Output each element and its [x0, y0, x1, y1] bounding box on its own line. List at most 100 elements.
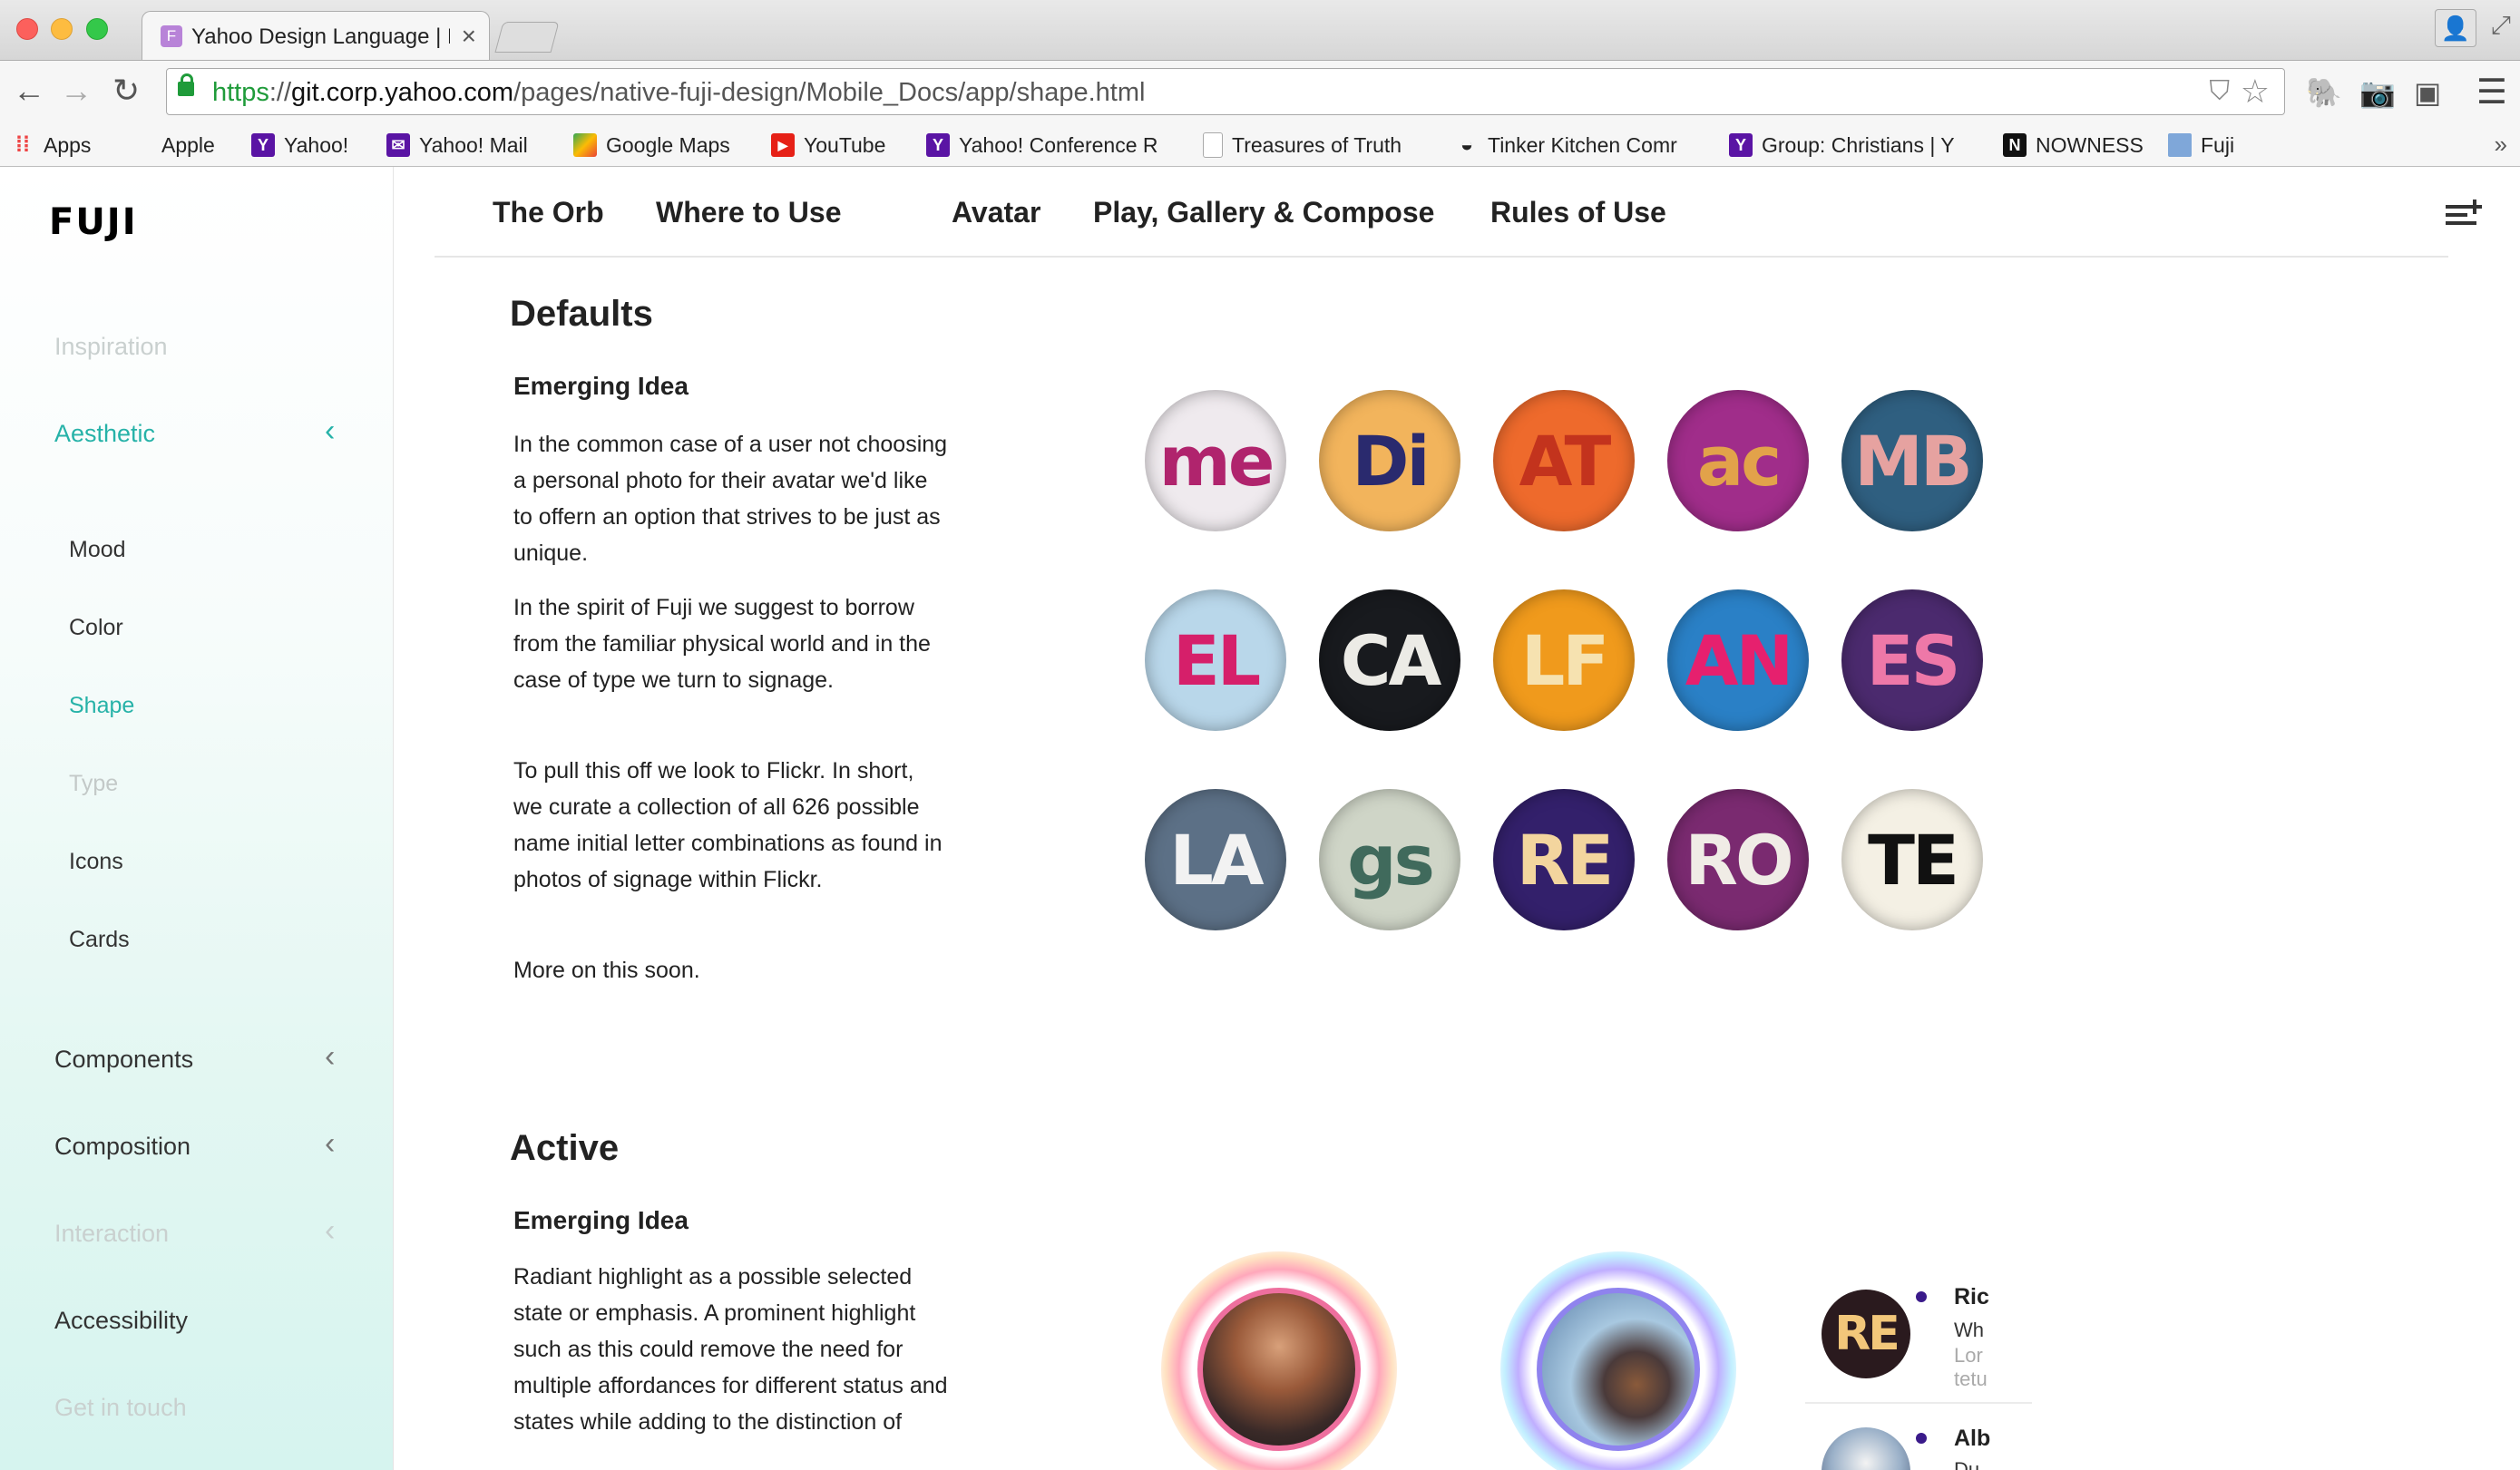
signage-avatar[interactable]: RE	[1493, 789, 1635, 930]
signage-avatar[interactable]: CA	[1319, 589, 1460, 731]
list-avatar-photo[interactable]	[1822, 1427, 1910, 1470]
sidebar-item-cards[interactable]: Cards	[69, 927, 130, 953]
lock-icon	[178, 73, 194, 96]
signage-avatar[interactable]: AT	[1493, 390, 1635, 531]
signage-avatar[interactable]: LA	[1145, 789, 1286, 930]
signage-avatar[interactable]: LF	[1493, 589, 1635, 731]
mail-icon: ✉	[386, 133, 410, 157]
sidebar-item-interaction[interactable]: Interaction	[54, 1220, 169, 1248]
defaults-subheading: Emerging Idea	[513, 372, 689, 400]
tab-the-orb[interactable]: The Orb	[493, 196, 604, 229]
list-item-line: Wh	[1954, 1319, 1984, 1341]
signage-avatar[interactable]: RO	[1667, 789, 1809, 930]
sidebar-item-get-in-touch[interactable]: Get in touch	[54, 1394, 187, 1422]
bookmark-apps[interactable]: ⁞⁞ Apps	[11, 130, 91, 161]
zoom-window-button[interactable]	[86, 18, 108, 40]
chevron-left-icon[interactable]: ‹	[325, 414, 335, 449]
fullscreen-icon[interactable]: ⤢	[2491, 11, 2511, 41]
bookmark-tinker-kitchen[interactable]: ◒ Tinker Kitchen Comr	[1455, 130, 1677, 161]
new-tab-button[interactable]	[494, 22, 560, 53]
signage-avatar[interactable]: EL	[1145, 589, 1286, 731]
sidebar-item-accessibility[interactable]: Accessibility	[54, 1307, 188, 1335]
signage-avatar[interactable]: TE	[1841, 789, 1983, 930]
bookmark-fuji-folder[interactable]: Fuji	[2168, 130, 2234, 161]
bookmark-label: YouTube	[804, 132, 886, 157]
tab-play-gallery-compose[interactable]: Play, Gallery & Compose	[1093, 196, 1434, 229]
list-item-line: Lor	[1954, 1344, 1983, 1367]
bookmark-star-icon[interactable]: ☆	[2241, 73, 2270, 111]
close-window-button[interactable]	[16, 18, 38, 40]
tab-close-icon[interactable]: ×	[462, 22, 476, 51]
defaults-paragraph: More on this soon.	[513, 958, 700, 983]
chevron-left-icon[interactable]: ‹	[325, 1213, 335, 1249]
bookmark-yahoo-mail[interactable]: ✉ Yahoo! Mail	[386, 130, 528, 161]
browser-toolbar: ← → ↻ https://git.corp.yahoo.com/pages/n…	[0, 60, 2520, 124]
active-avatar-glow-man[interactable]	[1500, 1251, 1736, 1470]
chrome-menu-icon[interactable]: ☰	[2476, 72, 2507, 112]
bookmark-google-maps[interactable]: Google Maps	[573, 130, 730, 161]
list-avatar-re[interactable]: RE	[1822, 1290, 1910, 1378]
address-bar[interactable]: https://git.corp.yahoo.com/pages/native-…	[166, 68, 2285, 115]
sidebar-item-shape[interactable]: Shape	[69, 693, 134, 719]
shield-icon[interactable]: ⛉	[2210, 76, 2231, 107]
list-item-line: tetu	[1954, 1368, 1988, 1390]
signage-avatar[interactable]: Di	[1319, 390, 1460, 531]
fuji-logo[interactable]: FUJI	[49, 201, 138, 243]
sidebar-item-components[interactable]: Components	[54, 1046, 193, 1074]
chevron-left-icon[interactable]: ‹	[325, 1126, 335, 1162]
more-bookmarks-chevron-icon[interactable]: »	[2495, 131, 2507, 159]
forward-arrow-icon[interactable]: →	[60, 72, 93, 110]
pot-icon: ◒	[1460, 132, 1474, 157]
glasses-extension-icon[interactable]: ▣	[2414, 75, 2441, 110]
tab-title: Yahoo Design Language | Fuji	[191, 24, 450, 49]
profile-icon[interactable]: 👤	[2435, 9, 2476, 47]
bookmark-youtube[interactable]: ▶ YouTube	[771, 130, 885, 161]
bookmark-apple[interactable]: Apple	[129, 130, 215, 161]
bookmark-label: Yahoo! Mail	[419, 132, 528, 157]
apps-grid-icon: ⁞⁞	[15, 132, 30, 157]
reload-icon[interactable]: ↻	[112, 72, 140, 110]
url-text: https://git.corp.yahoo.com/pages/native-…	[212, 78, 1145, 108]
yahoo-icon: Y	[926, 133, 950, 157]
sidebar-item-color[interactable]: Color	[69, 615, 123, 641]
bookmark-nowness[interactable]: N NOWNESS	[2003, 130, 2144, 161]
bookmark-group-christians[interactable]: Y Group: Christians | Y	[1729, 130, 1955, 161]
evernote-extension-icon[interactable]: 🐘	[2306, 75, 2342, 110]
signage-avatar[interactable]: ES	[1841, 589, 1983, 731]
hooded-man-portrait-avatar	[1537, 1288, 1700, 1451]
signage-avatar[interactable]: AN	[1667, 589, 1809, 731]
sidebar-item-mood[interactable]: Mood	[69, 537, 126, 563]
sidebar-item-icons[interactable]: Icons	[69, 849, 123, 875]
signage-avatar[interactable]: ac	[1667, 390, 1809, 531]
signage-avatar[interactable]: gs	[1319, 789, 1460, 930]
browser-tab-active[interactable]: F Yahoo Design Language | Fuji ×	[142, 11, 490, 62]
bookmark-label: Yahoo!	[284, 132, 349, 157]
defaults-paragraph: In the spirit of Fuji we suggest to borr…	[513, 595, 931, 693]
tab-avatar[interactable]: Avatar	[952, 196, 1040, 229]
active-paragraph: Radiant highlight as a possible selected…	[513, 1264, 948, 1435]
bookmark-yahoo[interactable]: Y Yahoo!	[251, 130, 348, 161]
sidebar-item-inspiration[interactable]: Inspiration	[54, 333, 168, 361]
tab-rules-of-use[interactable]: Rules of Use	[1490, 196, 1666, 229]
sidebar-item-type[interactable]: Type	[69, 771, 118, 797]
signage-avatar[interactable]: me	[1145, 390, 1286, 531]
tab-where-to-use[interactable]: Where to Use	[656, 196, 841, 229]
yahoo-icon: Y	[1729, 133, 1753, 157]
bookmark-yahoo-conference[interactable]: Y Yahoo! Conference R	[926, 130, 1158, 161]
signage-avatar[interactable]: MB	[1841, 390, 1983, 531]
active-avatar-glow-woman[interactable]	[1161, 1251, 1397, 1470]
active-heading: Active	[510, 1128, 620, 1168]
list-item-name[interactable]: Ric	[1954, 1284, 1989, 1310]
minimize-window-button[interactable]	[51, 18, 73, 40]
playlist-add-icon[interactable]	[2446, 200, 2482, 227]
sidebar-item-aesthetic[interactable]: Aesthetic	[54, 420, 155, 448]
url-path: /pages/native-fuji-design/Mobile_Docs/ap…	[513, 78, 1146, 107]
chevron-left-icon[interactable]: ‹	[325, 1039, 335, 1075]
url-separator: ://	[269, 78, 292, 107]
youtube-icon: ▶	[771, 133, 795, 157]
list-item-name[interactable]: Alb	[1954, 1426, 1990, 1452]
back-arrow-icon[interactable]: ←	[13, 72, 45, 110]
bookmark-treasures-of-truth[interactable]: Treasures of Truth	[1203, 130, 1402, 161]
camera-extension-icon[interactable]: 📷	[2359, 75, 2396, 110]
sidebar-item-composition[interactable]: Composition	[54, 1133, 190, 1161]
